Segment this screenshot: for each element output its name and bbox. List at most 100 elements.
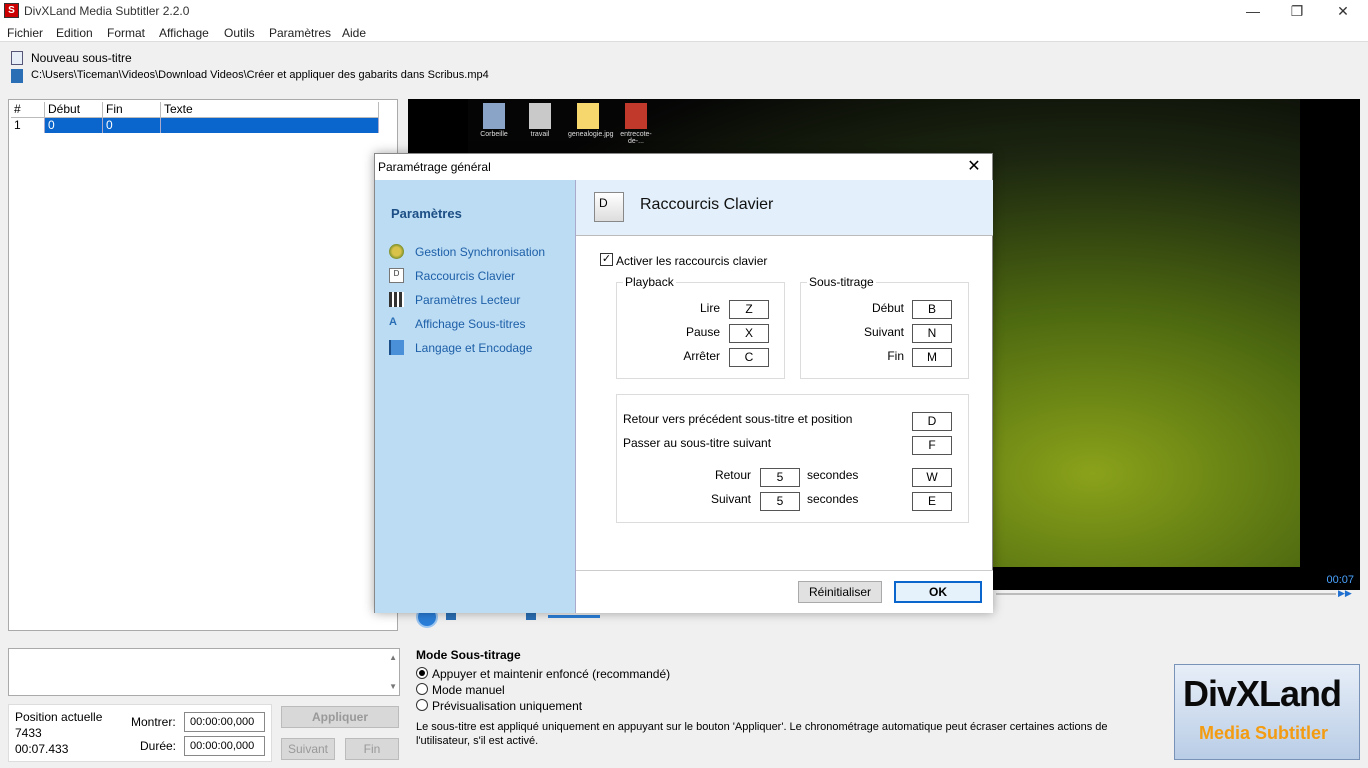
playback-group: Playback Lire Z Pause X Arrêter C (616, 275, 785, 379)
menu-affichage[interactable]: Affichage (159, 26, 209, 40)
forward-seconds-field[interactable]: 5 (760, 492, 800, 511)
pause-key-field[interactable]: X (729, 324, 769, 343)
font-icon: A (389, 316, 397, 328)
position-value: 7433 (15, 726, 42, 740)
title-bar: S DivXLand Media Subtitler 2.2.0 — ❐ ✕ (0, 0, 1368, 22)
next-subtitle-label: Passer au sous-titre suivant (623, 436, 772, 450)
app-icon: S (4, 3, 19, 18)
next-subtitle-key-field[interactable]: F (912, 436, 952, 455)
pause-label: Pause (685, 325, 720, 339)
settings-dialog: Paramétrage général ✕ Paramètres Gestion… (374, 153, 993, 613)
next-key-field[interactable]: N (912, 324, 952, 343)
mode-hold-radio[interactable] (416, 667, 428, 679)
next-button[interactable]: Suivant (281, 738, 335, 760)
dialog-footer: Réinitialiser OK (576, 570, 993, 613)
mode-preview-radio[interactable] (416, 699, 428, 711)
file-path: C:\Users\Ticeman\Videos\Download Videos\… (31, 69, 489, 81)
mode-manual-label: Mode manuel (432, 683, 505, 697)
start-key-field[interactable]: B (912, 300, 952, 319)
table-cell-texte[interactable] (161, 118, 379, 133)
mode-preview-label: Prévisualisation uniquement (432, 699, 583, 713)
bottom-panel: ▲ ▼ Position actuelle 7433 00:07.433 Mon… (0, 640, 1368, 768)
recycle-bin-icon (483, 103, 505, 129)
show-time-field[interactable]: 00:00:00,000 (184, 712, 265, 732)
ok-button[interactable]: OK (894, 581, 982, 603)
menu-format[interactable]: Format (107, 26, 145, 40)
back-seconds-field[interactable]: 5 (760, 468, 800, 487)
volume-slider[interactable] (548, 615, 600, 618)
video-file-icon (11, 69, 23, 83)
desktop-icon-entrecote: entrecote-de-... (616, 103, 656, 145)
seek-track[interactable] (996, 593, 1336, 595)
sidebar-title: Paramètres (391, 206, 462, 221)
logo-sub-text: Media Subtitler (1199, 723, 1329, 743)
enable-shortcuts-checkbox[interactable]: ✓ (600, 253, 613, 266)
menu-bar: Fichier Edition Format Affichage Outils … (0, 22, 1368, 42)
back-key-field[interactable]: W (912, 468, 952, 487)
reset-button[interactable]: Réinitialiser (798, 581, 882, 603)
image-thumbnail-icon (625, 103, 647, 129)
fast-forward-icon[interactable]: ▶▶ (1338, 588, 1352, 599)
subtitling-group-label: Sous-titrage (807, 275, 876, 289)
enable-shortcuts-label: Activer les raccourcis clavier (616, 254, 768, 268)
prev-subtitle-label: Retour vers précédent sous-titre et posi… (623, 412, 853, 426)
navigation-group: Retour vers précédent sous-titre et posi… (616, 394, 969, 523)
menu-parametres[interactable]: Paramètres (269, 26, 331, 40)
logo-main-text: DivXLand (1183, 673, 1342, 714)
flag-icon (389, 340, 404, 355)
mode-hold-label: Appuyer et maintenir enfoncé (recommandé… (432, 667, 671, 681)
section-title: Raccourcis Clavier (640, 196, 774, 213)
end-button[interactable]: Fin (345, 738, 399, 760)
playback-group-label: Playback (623, 275, 676, 289)
col-header-texte[interactable]: Texte (161, 102, 379, 118)
menu-aide[interactable]: Aide (342, 26, 366, 40)
end-key-field[interactable]: M (912, 348, 952, 367)
divxland-logo: DivXLand Media Subtitler (1174, 664, 1360, 760)
play-key-field[interactable]: Z (729, 300, 769, 319)
prev-subtitle-key-field[interactable]: D (912, 412, 952, 431)
apply-button[interactable]: Appliquer (281, 706, 399, 728)
forward-seconds-label: secondes (807, 492, 859, 506)
minimize-button[interactable]: — (1230, 0, 1276, 22)
close-window-button[interactable]: ✕ (1320, 0, 1366, 22)
scroll-down-icon[interactable]: ▼ (389, 682, 397, 691)
forward-key-field[interactable]: E (912, 492, 952, 511)
window-title: DivXLand Media Subtitler 2.2.0 (24, 4, 190, 18)
keyboard-key-icon: D (389, 268, 404, 283)
image-file-icon (577, 103, 599, 129)
table-cell-number[interactable]: 1 (11, 118, 45, 133)
scroll-up-icon[interactable]: ▲ (389, 653, 397, 662)
menu-outils[interactable]: Outils (224, 26, 255, 40)
sync-icon (389, 244, 404, 259)
subtitle-text-input[interactable]: ▲ ▼ (8, 648, 400, 696)
duration-time-field[interactable]: 00:00:00,000 (184, 736, 265, 756)
keyboard-key-icon: D (594, 192, 624, 222)
end-label: Fin (887, 349, 904, 363)
subtitling-group: Sous-titrage Début B Suivant N Fin M (800, 275, 969, 379)
menu-edition[interactable]: Edition (56, 26, 93, 40)
show-label: Montrer: (131, 715, 176, 729)
menu-fichier[interactable]: Fichier (7, 26, 43, 40)
clapperboard-icon (389, 292, 404, 307)
dialog-title: Paramétrage général (378, 160, 491, 174)
forward-label: Suivant (710, 492, 751, 506)
dialog-header: D Raccourcis Clavier (576, 180, 993, 236)
desktop-icon-corbeille: Corbeille (474, 103, 514, 138)
desktop-icon-travail: travail (520, 103, 560, 138)
stop-key-field[interactable]: C (729, 348, 769, 367)
table-cell-debut[interactable]: 0 (45, 118, 103, 133)
table-cell-fin[interactable]: 0 (103, 118, 161, 133)
new-subtitle-label: Nouveau sous-titre (31, 51, 132, 65)
col-header-number[interactable]: # (11, 102, 45, 118)
restore-button[interactable]: ❐ (1274, 0, 1320, 22)
mode-manual-radio[interactable] (416, 683, 428, 695)
position-label: Position actuelle (15, 710, 103, 724)
dialog-close-button[interactable]: ✕ (962, 156, 986, 178)
subtitle-table[interactable]: # Début Fin Texte 1 0 0 (8, 99, 398, 631)
col-header-fin[interactable]: Fin (103, 102, 161, 118)
mode-description: Le sous-titre est appliqué uniquement en… (416, 721, 1108, 747)
start-label: Début (871, 301, 904, 315)
col-header-debut[interactable]: Début (45, 102, 103, 118)
stop-label: Arrêter (683, 349, 720, 363)
duration-label: Durée: (140, 739, 177, 753)
